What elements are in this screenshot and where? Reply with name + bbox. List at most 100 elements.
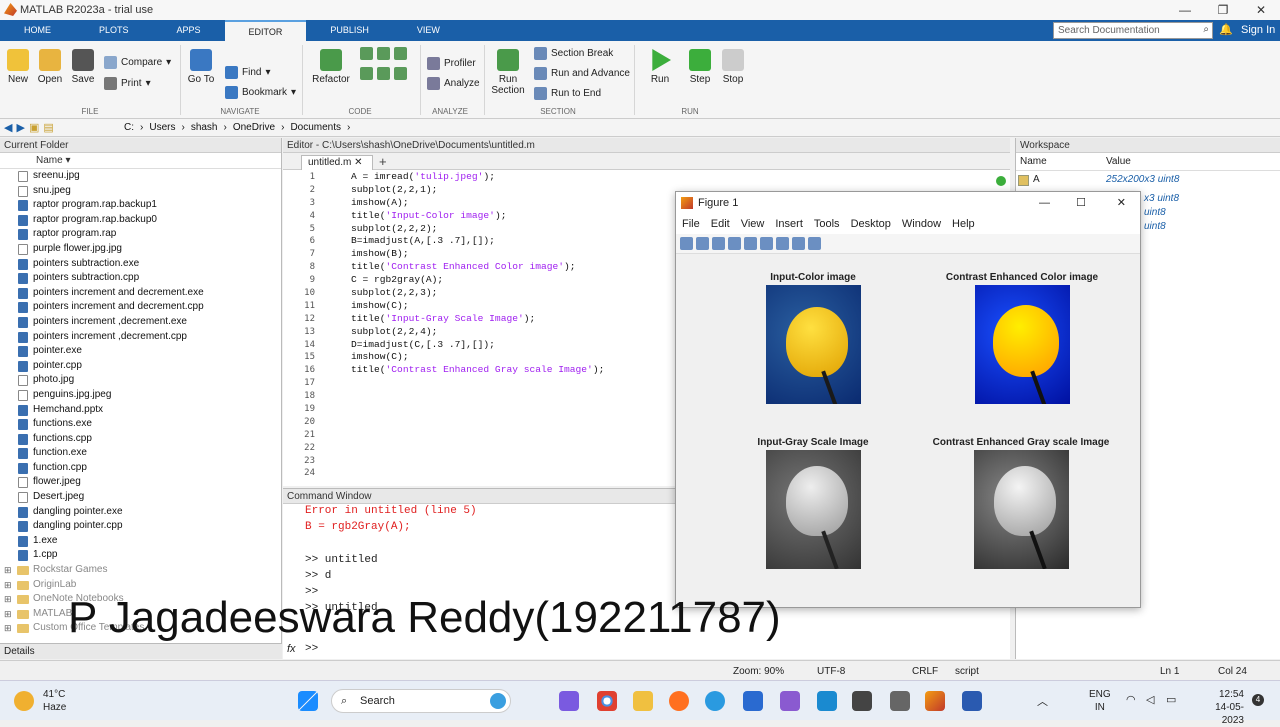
tab-plots[interactable]: PLOTS [75,20,153,41]
code-line[interactable] [351,390,604,403]
file-item[interactable]: pointers increment and decrement.cpp [0,300,281,315]
analyze-button[interactable]: Analyze [427,77,480,90]
breadcrumb[interactable]: C: › Users › shash › OneDrive › Documents › [124,122,350,133]
menu-desktop[interactable]: Desktop [851,214,891,234]
expand-icon[interactable]: ⊞ [4,621,12,636]
weather-icon[interactable] [14,691,34,711]
browse-folder-icon[interactable]: ▤ [43,121,53,134]
file-item[interactable]: functions.cpp [0,432,281,447]
property-editor-icon[interactable] [808,237,821,250]
file-item[interactable]: pointer.exe [0,344,281,359]
code-line[interactable] [351,467,604,480]
search-documentation-input[interactable]: Search Documentation ⌕ [1053,22,1213,39]
file-item[interactable]: sreenu.jpg [0,169,281,184]
minimize-button[interactable]: — [1166,0,1204,20]
print-button[interactable]: Print ▾ [104,77,151,90]
file-item[interactable]: function.cpp [0,461,281,476]
code-line[interactable] [351,455,604,468]
name-column-header[interactable]: Name ▾ [0,153,281,169]
file-item[interactable]: snu.jpeg [0,184,281,199]
file-item[interactable]: flower.jpeg [0,475,281,490]
code-line[interactable]: title('Input-Color image'); [351,210,604,223]
menu-window[interactable]: Window [902,214,941,234]
menu-help[interactable]: Help [952,214,975,234]
code-line[interactable]: imshow(C); [351,300,604,313]
code-line[interactable] [351,429,604,442]
file-item[interactable]: functions.exe [0,417,281,432]
file-item[interactable]: function.exe [0,446,281,461]
app-icon-runner[interactable] [890,691,910,711]
code-line[interactable] [351,377,604,390]
back-arrow-icon[interactable]: ◀ [4,121,12,134]
menu-file[interactable]: File [682,214,700,234]
folder-item[interactable]: ⊞ Rockstar Games [0,563,281,578]
run-section-button[interactable]: Run Section [488,49,528,96]
code-line[interactable]: imshow(C); [351,351,604,364]
volume-icon[interactable]: ◁ [1146,693,1154,706]
stop-button[interactable]: Stop [719,49,747,85]
maximize-button[interactable]: ❐ [1204,0,1242,20]
run-advance-button[interactable]: Run and Advance [534,67,630,80]
new-figure-icon[interactable] [680,237,693,250]
save-figure-icon[interactable] [712,237,725,250]
find-button[interactable]: Find ▾ [225,66,270,79]
defender-icon[interactable] [743,691,763,711]
tab-editor[interactable]: EDITOR [224,20,307,41]
pointer-icon[interactable] [792,237,805,250]
new-tab-icon[interactable]: + [379,154,387,169]
figure-minimize-button[interactable]: — [1039,192,1050,214]
code-line[interactable]: title('Contrast Enhanced Gray scale Imag… [351,364,604,377]
app-icon-purple[interactable] [780,691,800,711]
expand-icon[interactable]: ⊞ [4,578,12,593]
open-figure-icon[interactable] [696,237,709,250]
language-indicator[interactable]: ENG IN [1089,688,1111,714]
file-item[interactable]: purple flower.jpg.jpg [0,242,281,257]
expand-icon[interactable]: ⊞ [4,592,12,607]
tray-chevron-icon[interactable]: ︿ [1037,693,1048,709]
file-item[interactable]: pointers subtraction.cpp [0,271,281,286]
file-item[interactable]: photo.jpg [0,373,281,388]
menu-view[interactable]: View [741,214,765,234]
workspace-row[interactable]: A 252x200x3 uint8 [1016,171,1280,189]
command-prompt[interactable]: >> [305,643,318,655]
file-item[interactable]: dangling pointer.cpp [0,519,281,534]
run-to-end-button[interactable]: Run to End [534,87,601,100]
code-line[interactable]: subplot(2,2,2); [351,223,604,236]
compare-button[interactable]: Compare ▾ [104,56,171,69]
file-explorer-icon[interactable] [633,691,653,711]
print-figure-icon[interactable] [728,237,741,250]
folder-up-icon[interactable]: ▣ [29,121,39,134]
code-line[interactable]: A = imread('tulip.jpeg'); [351,171,604,184]
app-icon-dark[interactable] [852,691,872,711]
code-line[interactable]: title('Contrast Enhanced Color image'); [351,261,604,274]
file-item[interactable]: 1.cpp [0,548,281,563]
menu-tools[interactable]: Tools [814,214,840,234]
edge-icon[interactable] [705,691,725,711]
tab-apps[interactable]: APPS [153,20,225,41]
notification-bell-icon[interactable]: 🔔 [1219,23,1233,36]
ws-name-column[interactable]: Name [1020,153,1047,171]
app-icon-blue[interactable] [817,691,837,711]
file-item[interactable]: pointers increment and decrement.exe [0,286,281,301]
goto-button[interactable]: Go To [186,49,216,85]
file-item[interactable]: dangling pointer.exe [0,505,281,520]
file-item[interactable]: pointers subtraction.exe [0,257,281,272]
figure-maximize-button[interactable]: ☐ [1076,192,1086,214]
file-item[interactable]: raptor program.rap.backup1 [0,198,281,213]
menu-insert[interactable]: Insert [775,214,803,234]
sign-in-link[interactable]: Sign In [1241,24,1275,36]
figure-close-button[interactable]: ✕ [1117,192,1126,214]
step-button[interactable]: Step [686,49,714,85]
ws-value-column[interactable]: Value [1106,153,1131,171]
refactor-button[interactable]: Refactor [310,49,352,85]
forward-arrow-icon[interactable]: ▶ [16,121,24,134]
code-area[interactable]: A = imread('tulip.jpeg'); subplot(2,2,1);… [351,171,604,480]
taskbar-search[interactable]: ⌕ Search [331,689,511,713]
firefox-icon[interactable] [669,691,689,711]
code-line[interactable]: subplot(2,2,1); [351,184,604,197]
file-item[interactable]: raptor program.rap [0,227,281,242]
run-button[interactable]: Run [646,49,674,85]
tab-view[interactable]: VIEW [393,20,464,41]
code-line[interactable]: imshow(A); [351,197,604,210]
save-button[interactable]: Save [70,49,96,85]
